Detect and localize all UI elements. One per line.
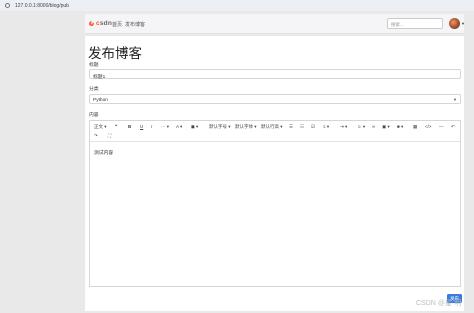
font-size-select[interactable]: 默认字号 ▾ [209, 124, 231, 130]
nav-link-publish[interactable]: 发布博客 [125, 21, 145, 28]
editor-content[interactable]: 测试内容 [94, 149, 113, 156]
editor-toolbar: 正文 ▾ ❝ B U I ··· ▾ A ▾ ◼ ▾ 默认字号 ▾ 默认字体 ▾… [90, 121, 460, 142]
category-value: Python [93, 97, 108, 103]
numbered-list-icon[interactable]: ☷ [300, 124, 304, 130]
top-navbar: csdn 首页 发布博客 搜索... ▼ [85, 14, 465, 34]
title-input[interactable]: 标题1 [89, 69, 461, 80]
category-label: 分类 [89, 87, 99, 92]
underline-icon[interactable]: U [140, 124, 143, 129]
redo-icon[interactable]: ↷ [94, 133, 98, 139]
font-family-select[interactable]: 默认字体 ▾ [235, 124, 257, 130]
image-icon[interactable]: ▣ ▾ [382, 124, 390, 130]
align-icon[interactable]: ≡ ▾ [323, 124, 329, 130]
url-text[interactable]: 127.0.0.1:8000/blog/pub [15, 3, 69, 9]
font-color-icon[interactable]: A ▾ [176, 124, 182, 130]
video-icon[interactable]: ■ ▾ [397, 124, 403, 130]
bulleted-list-icon[interactable]: ☰ [289, 124, 293, 130]
code-icon[interactable]: </> [425, 124, 432, 129]
title-label: 标题 [89, 63, 99, 68]
divider-icon[interactable]: — [439, 124, 444, 129]
background-color-icon[interactable]: ◼ ▾ [191, 124, 198, 130]
chevron-down-icon: ▼ [453, 97, 457, 102]
fullscreen-icon[interactable]: ⛶ [108, 133, 111, 138]
more-style-icon[interactable]: ··· ▾ [161, 124, 169, 130]
brand-logo[interactable]: csdn [96, 20, 112, 27]
publish-form-card: 发布博客 标题 标题1 分类 Python ▼ 内容 正文 ▾ ❝ B U I … [85, 36, 464, 311]
content-label: 内容 [89, 113, 99, 118]
browser-address-bar[interactable]: 127.0.0.1:8000/blog/pub [0, 0, 474, 11]
watermark: CSDN @星·明 [416, 300, 462, 307]
italic-icon[interactable]: I [151, 124, 152, 129]
emoji-icon[interactable]: ☺ ▾ [357, 124, 365, 130]
avatar[interactable] [449, 18, 460, 29]
line-height-select[interactable]: 默认行高 ▾ [261, 124, 283, 130]
site-info-icon[interactable] [5, 3, 10, 8]
csdn-logo-icon[interactable] [88, 20, 95, 27]
indent-icon[interactable]: ⇥ ▾ [340, 124, 347, 130]
undo-icon[interactable]: ↶ [451, 124, 455, 130]
chevron-down-icon[interactable]: ▼ [461, 21, 465, 26]
nav-link-home[interactable]: 首页 [112, 21, 122, 28]
category-select[interactable]: Python ▼ [89, 94, 461, 104]
search-input[interactable]: 搜索... [387, 18, 443, 29]
rich-text-editor[interactable]: 正文 ▾ ❝ B U I ··· ▾ A ▾ ◼ ▾ 默认字号 ▾ 默认字体 ▾… [89, 120, 461, 287]
todo-list-icon[interactable]: ☑ [311, 124, 315, 130]
bold-icon[interactable]: B [128, 124, 131, 129]
paragraph-select[interactable]: 正文 ▾ [94, 124, 107, 130]
page-title: 发布博客 [88, 46, 142, 62]
quote-icon[interactable]: ❝ [115, 124, 117, 130]
table-icon[interactable]: ▦ [413, 124, 417, 130]
link-icon[interactable]: ∞ [372, 124, 375, 129]
